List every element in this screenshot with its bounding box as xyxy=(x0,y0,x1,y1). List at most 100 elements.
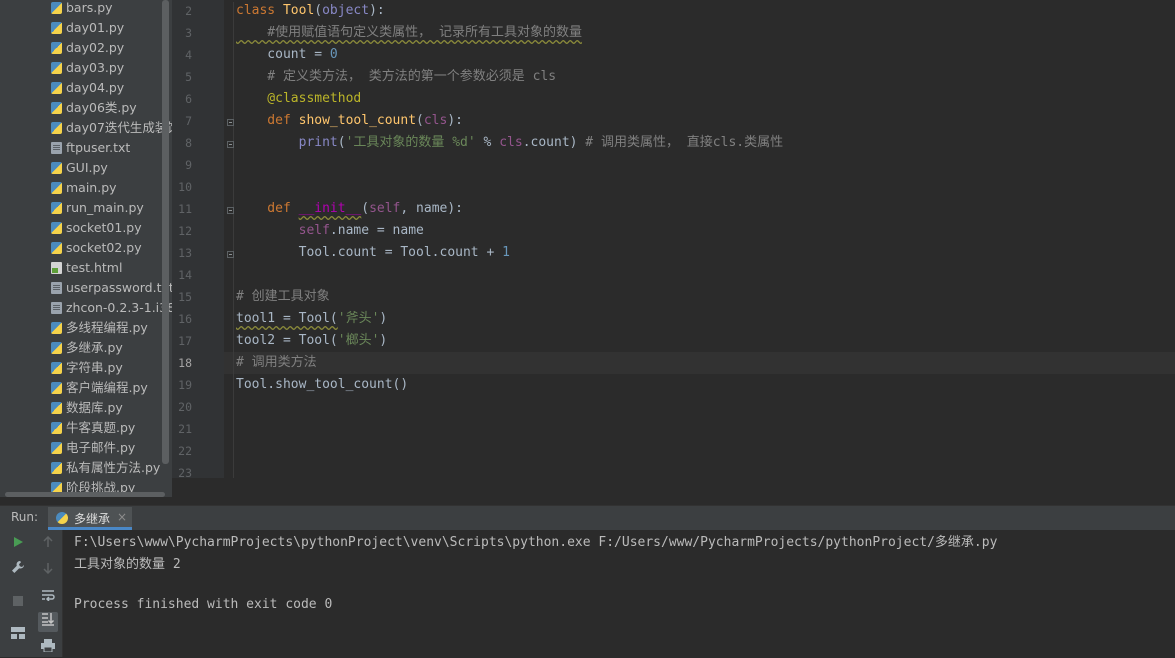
code-token: 1 xyxy=(502,245,510,260)
fold-marker-icon[interactable] xyxy=(227,141,234,148)
code-token: ( xyxy=(361,201,370,216)
line-number: 9 xyxy=(185,158,192,172)
code-token: cls xyxy=(499,135,523,150)
tree-item-label: day07迭代生成装饰 xyxy=(66,120,172,135)
line-number: 21 xyxy=(178,422,192,436)
code-token: % xyxy=(475,135,500,150)
python-file-icon xyxy=(51,442,62,454)
layout-icon[interactable] xyxy=(8,625,28,645)
line-number: 23 xyxy=(178,466,192,480)
code-token: tool2 = Tool( xyxy=(236,333,338,348)
code-token: Tool.count = Tool.count + xyxy=(236,245,503,260)
text-file-icon xyxy=(51,302,62,314)
line-number: 20 xyxy=(178,400,192,414)
fold-marker-icon[interactable] xyxy=(227,207,234,214)
python-file-icon xyxy=(51,382,62,394)
code-token: def xyxy=(236,113,299,128)
down-arrow-icon[interactable] xyxy=(38,560,58,580)
python-file-icon xyxy=(51,82,62,94)
html-file-icon xyxy=(51,262,62,274)
indent-guide xyxy=(233,2,234,478)
tree-vertical-scrollbar[interactable] xyxy=(162,0,169,464)
line-number: 14 xyxy=(178,268,192,282)
tree-item[interactable]: GUI.py xyxy=(0,158,165,178)
tree-item[interactable]: 数据库.py xyxy=(0,398,165,418)
close-icon[interactable]: × xyxy=(117,510,127,524)
tree-item[interactable]: test.html xyxy=(0,258,165,278)
tree-item[interactable]: socket01.py xyxy=(0,218,165,238)
fold-marker-icon[interactable] xyxy=(227,119,234,126)
tree-item[interactable]: day03.py xyxy=(0,58,165,78)
code-token: ( xyxy=(337,135,346,150)
python-file-icon xyxy=(51,462,62,474)
tree-item[interactable]: day06类.py xyxy=(0,98,165,118)
tree-item[interactable]: userpassword.txt xyxy=(0,278,172,298)
tree-item[interactable]: zhcon-0.2.3-1.i386 xyxy=(0,298,172,318)
tree-horizontal-scrollbar[interactable] xyxy=(5,492,165,497)
tree-item-label: run_main.py xyxy=(66,200,144,215)
python-file-icon xyxy=(51,402,62,414)
tree-item[interactable]: day02.py xyxy=(0,38,165,58)
tree-item[interactable]: main.py xyxy=(0,178,165,198)
code-token: def xyxy=(236,201,299,216)
code-token: @classmethod xyxy=(236,91,362,106)
tree-item-label: 客户端编程.py xyxy=(66,380,148,395)
editor-bottom-area xyxy=(172,478,1175,497)
tree-item[interactable]: socket02.py xyxy=(0,238,165,258)
tree-item[interactable]: 字符串.py xyxy=(0,358,165,378)
tree-item-label: 数据库.py xyxy=(66,400,123,415)
tree-item[interactable]: 多线程编程.py xyxy=(0,318,165,338)
code-line: # 调用类方法 xyxy=(236,352,317,374)
tree-item[interactable]: ftpuser.txt xyxy=(0,138,165,158)
code-line: Tool.count = Tool.count + 1 xyxy=(236,242,510,264)
console-line-exit: Process finished with exit code 0 xyxy=(74,597,333,612)
code-token: 0 xyxy=(329,47,338,62)
tree-item-label: day04.py xyxy=(66,80,125,95)
line-number: 13 xyxy=(178,246,192,260)
run-panel-header: Run: 多继承 × xyxy=(0,505,1175,530)
tree-item[interactable]: 牛客真题.py xyxy=(0,418,165,438)
tree-item[interactable]: day07迭代生成装饰 xyxy=(0,118,172,138)
scroll-to-end-icon[interactable] xyxy=(38,612,58,632)
code-token: , name): xyxy=(400,201,464,216)
line-number: 12 xyxy=(178,224,192,238)
tree-item[interactable]: day04.py xyxy=(0,78,165,98)
tree-item[interactable]: bars.py xyxy=(0,0,165,18)
tree-item-label: 多线程编程.py xyxy=(66,320,148,335)
tree-item-label: day03.py xyxy=(66,60,125,75)
python-file-icon xyxy=(51,202,62,214)
code-token: __init__ xyxy=(298,201,362,216)
tree-item[interactable]: 客户端编程.py xyxy=(0,378,165,398)
run-icon[interactable] xyxy=(8,534,28,554)
python-file-icon xyxy=(51,22,62,34)
tree-item[interactable]: run_main.py xyxy=(0,198,165,218)
tree-item-label: userpassword.txt xyxy=(66,280,172,295)
soft-wrap-icon[interactable] xyxy=(38,587,58,607)
line-number: 4 xyxy=(185,48,192,62)
tree-item[interactable]: 私有属性方法.py xyxy=(0,458,165,478)
console-line-command: F:\Users\www\PycharmProjects\pythonProje… xyxy=(74,535,998,550)
tree-item-label: test.html xyxy=(66,260,123,275)
code-line: # 创建工具对象 xyxy=(236,286,330,308)
code-line: count = 0 xyxy=(236,44,338,66)
code-token: self xyxy=(369,201,401,216)
up-arrow-icon[interactable] xyxy=(38,534,58,554)
python-file-icon xyxy=(51,102,62,114)
print-icon[interactable] xyxy=(38,638,58,658)
run-tab[interactable]: 多继承 × xyxy=(48,507,132,530)
tree-item-label: day01.py xyxy=(66,20,125,35)
project-tree: bars.py day01.py day02.py day03.py day04.py d… xyxy=(0,0,172,497)
code-token: '斧头' xyxy=(337,311,380,326)
stop-icon[interactable] xyxy=(8,592,28,612)
wrench-icon[interactable] xyxy=(8,560,28,580)
fold-marker-icon[interactable] xyxy=(227,251,234,258)
code-token: Tool.show_tool_count() xyxy=(236,377,409,392)
tree-item-label: day06类.py xyxy=(66,100,137,115)
code-token: #使用赋值语句定义类属性， 记录所有工具对象的数量 xyxy=(236,25,582,40)
tree-item[interactable]: 多继承.py xyxy=(0,338,165,358)
tree-item[interactable]: 电子邮件.py xyxy=(0,438,165,458)
code-token: object xyxy=(322,3,370,18)
line-number: 19 xyxy=(178,378,192,392)
tree-item-label: 字符串.py xyxy=(66,360,123,375)
tree-item[interactable]: day01.py xyxy=(0,18,165,38)
